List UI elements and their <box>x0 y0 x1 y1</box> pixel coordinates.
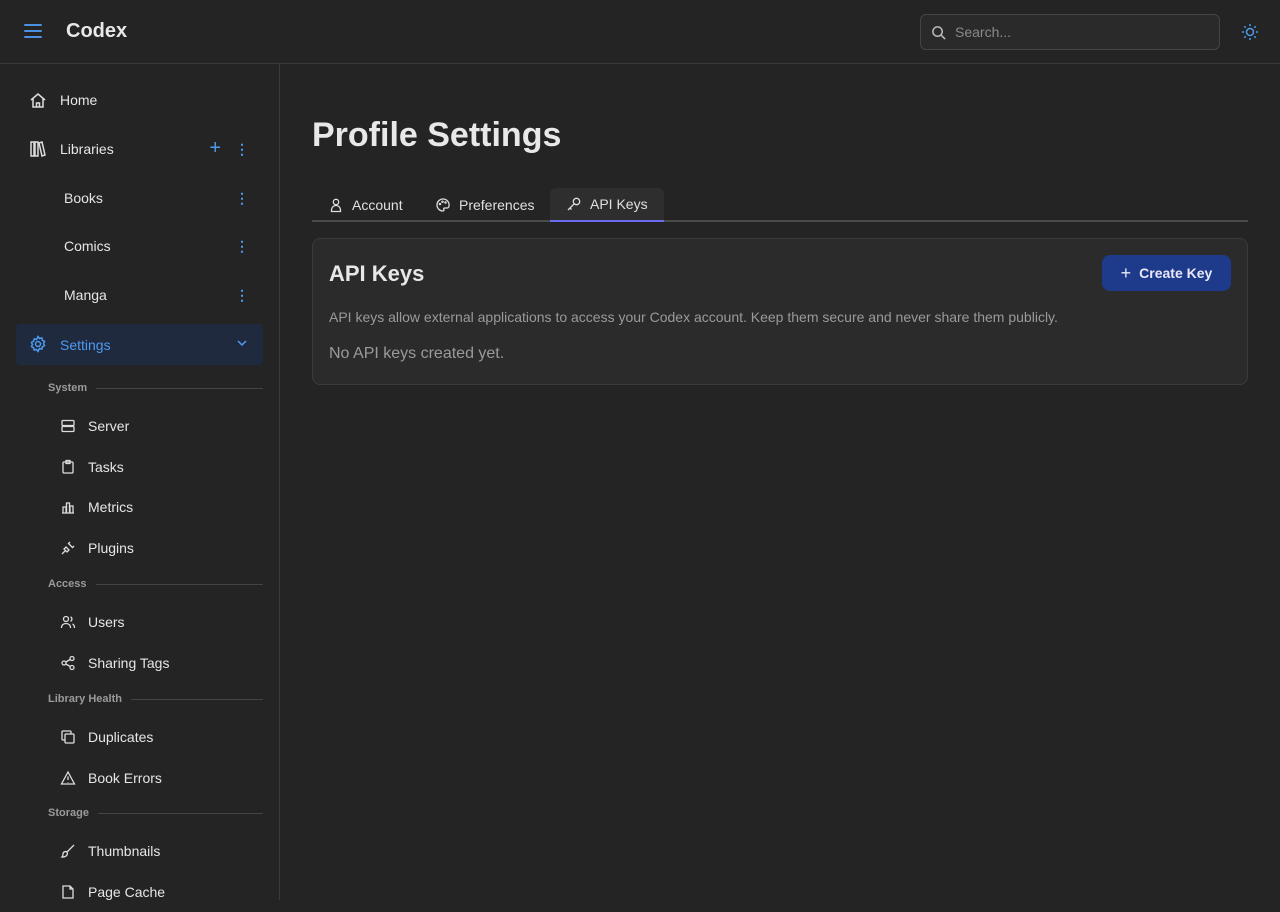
sidebar-item-label: Page Cache <box>88 884 165 900</box>
section-label: Access <box>48 578 87 590</box>
sidebar-item-label: Home <box>60 92 97 108</box>
sidebar-item-label: Metrics <box>88 499 133 515</box>
sidebar-item-tasks[interactable]: Tasks <box>16 447 263 487</box>
sidebar-item-server[interactable]: Server <box>16 406 263 446</box>
sidebar-item-metrics[interactable]: Metrics <box>16 487 263 527</box>
theme-toggle-icon[interactable] <box>1240 22 1260 42</box>
sidebar-item-label: Book Errors <box>88 770 162 786</box>
books-more-button[interactable]: ⋮ <box>235 190 245 206</box>
section-label: Storage <box>48 807 89 819</box>
tab-account[interactable]: Account <box>312 188 419 222</box>
search-input[interactable] <box>955 15 1205 49</box>
sidebar-item-books[interactable]: Books ⋮ <box>16 178 263 218</box>
section-storage: Storage <box>48 807 263 819</box>
card-title: API Keys <box>329 261 424 287</box>
tab-label: Preferences <box>459 197 534 213</box>
sidebar-item-label: Users <box>88 614 125 630</box>
file-icon <box>60 884 76 900</box>
manga-more-button[interactable]: ⋮ <box>235 287 245 303</box>
sidebar-item-book-errors[interactable]: Book Errors <box>16 758 263 798</box>
sidebar-item-plugins[interactable]: Plugins <box>16 528 263 568</box>
add-library-button[interactable]: + <box>209 138 221 158</box>
sidebar-item-thumbnails[interactable]: Thumbnails <box>16 831 263 871</box>
copy-icon <box>60 729 76 745</box>
sidebar-item-duplicates[interactable]: Duplicates <box>16 717 263 757</box>
sidebar-item-label: Comics <box>64 238 111 254</box>
tab-label: API Keys <box>590 196 648 212</box>
sidebar-item-libraries[interactable]: Libraries + ⋮ <box>16 129 263 169</box>
user-icon <box>328 197 344 213</box>
section-label: Library Health <box>48 693 122 705</box>
gear-icon <box>29 335 47 353</box>
sidebar-item-comics[interactable]: Comics ⋮ <box>16 226 263 266</box>
page-title: Profile Settings <box>312 116 561 155</box>
sidebar-item-sharing-tags[interactable]: Sharing Tags <box>16 643 263 683</box>
chevron-down-icon[interactable] <box>235 336 249 350</box>
comics-more-button[interactable]: ⋮ <box>235 238 245 254</box>
section-system: System <box>48 382 263 394</box>
clipboard-icon <box>60 459 76 475</box>
menu-icon[interactable] <box>24 24 42 40</box>
tab-preferences[interactable]: Preferences <box>419 188 550 222</box>
sidebar-item-label: Libraries <box>60 141 114 157</box>
plug-icon <box>60 540 76 556</box>
sidebar-item-label: Books <box>64 190 103 206</box>
search-box[interactable] <box>920 14 1220 50</box>
library-icon <box>29 140 47 158</box>
empty-state: No API keys created yet. <box>329 345 504 363</box>
create-key-button[interactable]: + Create Key <box>1102 255 1231 291</box>
section-label: System <box>48 382 87 394</box>
server-icon <box>60 418 76 434</box>
chart-bar-icon <box>60 499 76 515</box>
palette-icon <box>435 197 451 213</box>
share-icon <box>60 655 76 671</box>
section-library-health: Library Health <box>48 693 263 705</box>
users-icon <box>60 614 76 630</box>
sidebar-item-label: Manga <box>64 287 107 303</box>
tab-bar: Account Preferences API Keys <box>312 188 1248 222</box>
sidebar-item-label: Settings <box>60 337 111 353</box>
search-icon <box>931 25 946 40</box>
section-access: Access <box>48 578 263 590</box>
sidebar-item-label: Tasks <box>88 459 124 475</box>
sidebar-item-label: Thumbnails <box>88 843 160 859</box>
home-icon <box>29 91 47 109</box>
sidebar-item-label: Sharing Tags <box>88 655 169 671</box>
sidebar-item-manga[interactable]: Manga ⋮ <box>16 275 263 315</box>
tab-api-keys[interactable]: API Keys <box>550 188 664 222</box>
sidebar-item-label: Server <box>88 418 129 434</box>
sidebar-item-home[interactable]: Home <box>16 80 263 120</box>
top-bar: Codex <box>0 0 1280 64</box>
api-keys-card: API Keys + Create Key API keys allow exte… <box>312 238 1248 385</box>
sidebar-item-users[interactable]: Users <box>16 602 263 642</box>
sidebar-item-label: Duplicates <box>88 729 153 745</box>
sidebar-item-label: Plugins <box>88 540 134 556</box>
button-label: Create Key <box>1139 265 1212 281</box>
app-title: Codex <box>66 20 127 43</box>
brush-icon <box>60 843 76 859</box>
card-description: API keys allow external applications to … <box>329 309 1058 325</box>
sidebar-item-page-cache[interactable]: Page Cache <box>16 872 263 912</box>
plus-icon: + <box>1121 263 1132 284</box>
libraries-more-button[interactable]: ⋮ <box>235 141 245 157</box>
warning-icon <box>60 770 76 786</box>
sidebar-item-settings[interactable]: Settings <box>16 324 263 365</box>
tab-label: Account <box>352 197 403 213</box>
sidebar: Home Libraries + ⋮ Books ⋮ Comics ⋮ Manga ⋮… <box>0 64 280 900</box>
key-icon <box>566 196 582 212</box>
